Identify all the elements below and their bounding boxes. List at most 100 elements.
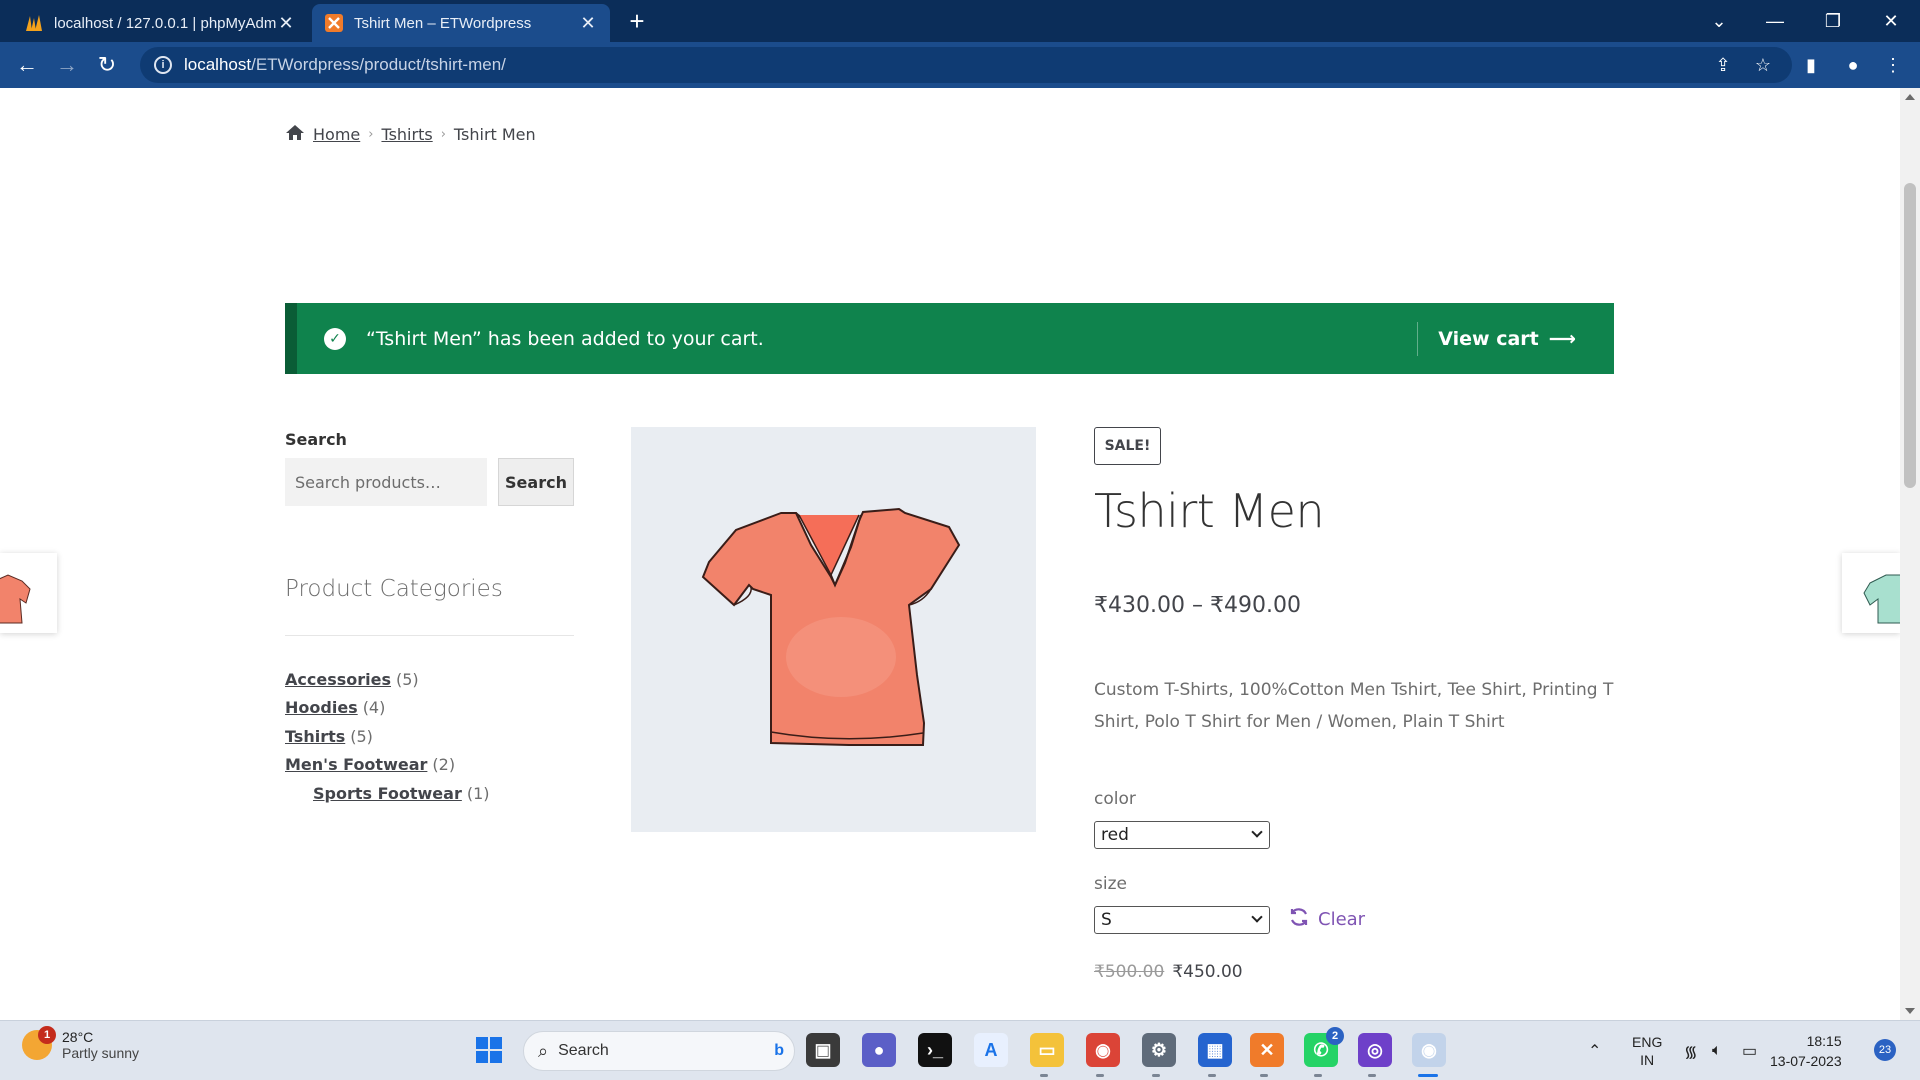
minimize-icon[interactable]: — (1750, 0, 1800, 42)
lang-top: ENG (1632, 1034, 1663, 1050)
wifi-icon[interactable]: ᯾ (1684, 1021, 1698, 1080)
search-widget-label: Search (285, 430, 347, 449)
system-clock[interactable]: 18:15 13-07-2023 (1770, 1031, 1842, 1071)
clear-label: Clear (1318, 909, 1366, 930)
tab-title: Tshirt Men – ETWordpress (354, 14, 532, 32)
close-tab-icon[interactable]: ✕ (578, 13, 598, 34)
category-link-sports-footwear[interactable]: Sports Footwear (313, 784, 462, 803)
check-icon: ✓ (324, 327, 346, 350)
variation-price: ₹500.00 ₹450.00 (1094, 962, 1243, 982)
terminal-icon[interactable]: ›_ (918, 1033, 952, 1067)
volume-icon[interactable]: 🔈︎ (1712, 1021, 1722, 1080)
running-indicator (1040, 1074, 1048, 1077)
scroll-thumb[interactable] (1904, 183, 1916, 488)
list-item: Hoodies (4) (285, 694, 490, 723)
category-link-tshirts[interactable]: Tshirts (285, 727, 345, 746)
browser-tab-bar: localhost / 127.0.0.1 | phpMyAdm ✕ Tshir… (0, 0, 1920, 42)
running-indicator (1152, 1074, 1160, 1077)
new-tab-button[interactable]: + (622, 6, 652, 36)
reload-icon[interactable]: ↻ (92, 50, 122, 80)
refresh-icon (1288, 906, 1310, 933)
regular-price: ₹500.00 (1094, 962, 1165, 982)
chevron-down-icon (1251, 826, 1263, 838)
cart-notice: ✓ “Tshirt Men” has been added to your ca… (285, 303, 1614, 374)
notification-badge[interactable]: 23 (1874, 1039, 1896, 1061)
category-count: (4) (362, 698, 386, 718)
running-indicator (1314, 1074, 1322, 1077)
breadcrumb-current: Tshirt Men (453, 125, 536, 144)
whatsapp-icon[interactable]: ✆ 2 (1304, 1027, 1344, 1067)
teams-chat-icon[interactable]: ● (862, 1033, 896, 1067)
product-description: Custom T-Shirts, 100%Cotton Men Tshirt, … (1094, 680, 1614, 732)
view-cart-button[interactable]: View cart ⟶ (1418, 328, 1614, 350)
scroll-up-arrow[interactable] (1905, 94, 1915, 100)
page-scrollbar[interactable] (1900, 88, 1920, 1020)
xampp-icon[interactable]: ✕ (1250, 1033, 1284, 1067)
address-bar[interactable]: i localhost /ETWordpress/product/tshirt-… (140, 47, 1792, 83)
clear-variations-link[interactable]: Clear (1288, 906, 1365, 933)
category-count: (1) (466, 783, 490, 803)
microsoft-store-icon[interactable]: ▦ (1198, 1033, 1232, 1067)
next-product-thumbnail[interactable] (1842, 553, 1900, 633)
site-info-icon[interactable]: i (154, 56, 172, 74)
breadcrumb-separator: › (368, 127, 374, 142)
weather-widget[interactable]: 1 28°C Partly sunny (22, 1026, 140, 1061)
share-icon[interactable]: ⇪ (1708, 50, 1738, 80)
home-icon (285, 124, 305, 145)
battery-icon[interactable]: ▭ (1742, 1021, 1757, 1080)
previous-product-thumbnail[interactable] (0, 553, 57, 633)
chrome-icon[interactable]: ◉ (1086, 1033, 1120, 1067)
side-panel-icon[interactable]: ▮ (1796, 50, 1826, 80)
file-explorer-icon[interactable]: ▭ (1030, 1033, 1064, 1067)
color-label: color (1094, 789, 1136, 809)
active-indicator (1418, 1074, 1438, 1077)
category-link-accessories[interactable]: Accessories (285, 670, 391, 689)
back-icon[interactable]: ← (12, 50, 42, 80)
partly-sunny-icon: 1 (22, 1026, 56, 1060)
whatsapp-badge: 2 (1326, 1027, 1344, 1045)
menu-icon[interactable]: ⋮ (1878, 50, 1908, 80)
size-select[interactable]: S (1094, 906, 1270, 934)
close-window-icon[interactable]: ✕ (1866, 0, 1916, 42)
close-tab-icon[interactable]: ✕ (276, 13, 296, 34)
profile-icon[interactable]: ● (1838, 50, 1868, 80)
app-store-icon[interactable]: A (974, 1033, 1008, 1067)
clock-time: 18:15 (1806, 1033, 1842, 1049)
restore-icon[interactable]: ❐ (1808, 0, 1858, 42)
settings-gear-icon[interactable]: ⚙ (1142, 1033, 1176, 1067)
search-icon: ⌕ (538, 1040, 549, 1061)
product-image[interactable] (631, 427, 1036, 832)
breadcrumb-home-link[interactable]: Home (313, 125, 360, 144)
cart-notice-message: “Tshirt Men” has been added to your cart… (366, 327, 764, 350)
product-search-input[interactable]: Search products… (285, 458, 487, 506)
category-list: Accessories (5) Hoodies (4) Tshirts (5) … (285, 665, 490, 808)
category-link-mens-footwear[interactable]: Men's Footwear (285, 755, 427, 774)
forward-icon[interactable]: → (52, 50, 82, 80)
tshirt-thumbnail-image (1863, 574, 1900, 624)
bookmark-star-icon[interactable]: ☆ (1748, 50, 1778, 80)
tab-search-icon[interactable]: ⌄ (1694, 0, 1744, 42)
category-link-hoodies[interactable]: Hoodies (285, 698, 358, 717)
product-categories-heading: Product Categories (285, 576, 503, 602)
language-indicator[interactable]: ENG IN (1632, 1021, 1662, 1080)
chevron-up-icon[interactable]: ⌃ (1588, 1021, 1601, 1080)
lang-bottom: IN (1640, 1052, 1655, 1068)
running-indicator (1260, 1074, 1268, 1077)
tab-tshirt-men[interactable]: Tshirt Men – ETWordpress ✕ (312, 4, 610, 42)
category-count: (5) (396, 669, 419, 689)
running-indicator (1096, 1074, 1104, 1077)
search-button[interactable]: Search (498, 458, 574, 506)
taskbar-search[interactable]: ⌕ Search b (523, 1031, 795, 1071)
github-desktop-icon[interactable]: ◎ (1358, 1033, 1392, 1067)
task-view-icon[interactable]: ▣ (806, 1033, 840, 1067)
chrome-active-icon[interactable]: ◉ (1412, 1033, 1446, 1067)
category-count: (2) (432, 755, 456, 775)
scroll-down-arrow[interactable] (1905, 1008, 1915, 1014)
heading-divider (285, 635, 574, 636)
color-select[interactable]: red (1094, 821, 1270, 849)
weather-desc: Partly sunny (62, 1045, 140, 1061)
start-icon[interactable] (472, 1033, 506, 1067)
breadcrumb-category-link[interactable]: Tshirts (381, 125, 432, 144)
xampp-icon (324, 13, 344, 33)
tab-phpmyadmin[interactable]: localhost / 127.0.0.1 | phpMyAdm ✕ (12, 4, 308, 42)
